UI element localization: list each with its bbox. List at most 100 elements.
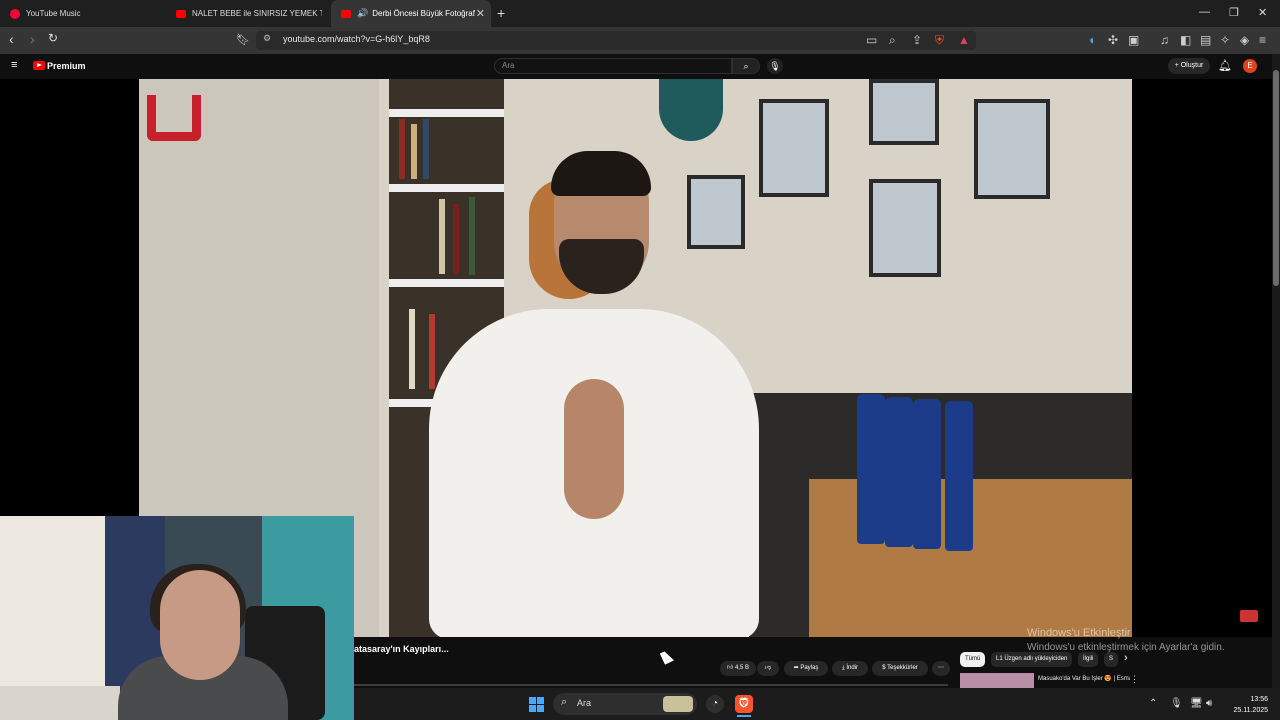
chip-from-uploader[interactable]: L1 Üzgen adlı yükleyiciden (991, 652, 1073, 667)
poster-frame (687, 175, 745, 249)
youtube-logo-icon[interactable] (33, 61, 45, 70)
shampoo-bottle (945, 401, 973, 551)
recommended-menu-icon[interactable]: ⋮ (1130, 674, 1139, 685)
minimize-icon[interactable]: — (1199, 6, 1210, 18)
share-label: Paylaş (800, 665, 819, 671)
url-text: youtube.com/watch?v=G-h6lY_bqR8 (283, 34, 430, 44)
share-button[interactable]: ➦ Paylaş (784, 661, 828, 676)
webcam-overlay (0, 516, 354, 720)
brave-shields-icon[interactable]: ⛨ (935, 33, 944, 48)
create-label: Oluştur (1180, 62, 1204, 69)
vpn-icon[interactable]: ◈ (1240, 33, 1249, 47)
search-placeholder: Ara (502, 61, 515, 70)
poster-frame (869, 179, 941, 277)
wallet-icon[interactable]: ▤ (1200, 33, 1211, 47)
new-tab-button[interactable]: + (497, 5, 505, 21)
video-person-hands (564, 379, 624, 519)
tray-mic-icon[interactable]: 🎙︎ (1170, 698, 1183, 709)
zoom-icon[interactable]: ⌕ (889, 33, 896, 48)
youtube-premium-label: Premium (47, 61, 86, 71)
menu-icon[interactable]: ≡ (1259, 33, 1266, 47)
share-icon[interactable]: ⇪ (912, 33, 922, 47)
leo-ai-icon[interactable]: ✧ (1220, 33, 1230, 47)
bookmark-icon[interactable]: 🔖︎ (236, 33, 250, 46)
chip-related[interactable]: İlgili (1078, 652, 1099, 667)
avatar[interactable]: E (1243, 59, 1257, 73)
more-actions-button[interactable]: ⋯ (932, 661, 950, 676)
hamburger-menu-icon[interactable]: ≡ (11, 59, 17, 71)
microphone-icon: 🎙︎ (769, 61, 781, 71)
chip-partial[interactable]: S (1104, 652, 1118, 667)
activation-watermark-text: Windows'u etkinleştirmek için Ayarlar'a … (1027, 642, 1225, 653)
recommended-title[interactable]: Masuako'da Var Bu İşler 😍 | Esman Yaşar,… (1038, 675, 1130, 682)
chips-next-icon[interactable]: › (1124, 652, 1128, 664)
close-window-icon[interactable]: ✕ (1258, 6, 1267, 19)
extensions-icon[interactable]: ✣ (1108, 33, 1118, 47)
taskbar-search-label: Ara (577, 698, 592, 708)
taskbar-clock[interactable]: 13:56 25.11.2025 (1224, 694, 1268, 716)
more-icon: ⋯ (938, 665, 944, 671)
thanks-button[interactable]: $ Teşekkürler (872, 661, 928, 676)
video-scene-cap (659, 79, 723, 141)
taskbar-search[interactable]: ⌕ Ara (553, 693, 697, 715)
search-highlight-image (663, 696, 693, 712)
shampoo-bottle (885, 397, 913, 547)
chip-all[interactable]: Tümü (960, 652, 986, 667)
screenshot-icon[interactable]: ▣ (1128, 33, 1139, 47)
search-icon: ⌕ (561, 696, 568, 708)
like-count: 4,5 B (734, 665, 749, 671)
site-settings-icon[interactable]: ⚙︎ (263, 33, 271, 44)
like-button[interactable]: 👍︎ 4,5 B (720, 661, 756, 676)
download-button[interactable]: ⤓ İndir (832, 661, 868, 676)
cast-icon[interactable]: ▭ (866, 33, 877, 47)
channel-watermark-logo (147, 95, 201, 141)
notifications-bell-icon[interactable]: 🔔︎ (1218, 59, 1232, 72)
download-label: İndir (846, 665, 858, 671)
tab-title: NALET BEBE ile SINIRSIZ YEMEK TUR (192, 9, 322, 18)
speaker-icon: 🔊 (357, 8, 369, 18)
poster-frame (759, 99, 829, 197)
poster-frame (974, 99, 1050, 199)
scrollbar-thumb[interactable] (1273, 70, 1279, 286)
voice-search-button[interactable]: 🎙︎ (767, 58, 783, 74)
video-person-hair (551, 151, 651, 196)
shampoo-bottle (913, 399, 941, 549)
shampoo-bottle (857, 394, 885, 544)
forward-icon[interactable]: › (30, 31, 35, 47)
reload-icon[interactable]: ↻ (48, 31, 58, 45)
volume-icon[interactable]: 🔊︎ (1206, 698, 1212, 709)
dislike-button[interactable]: 👎︎ (757, 661, 779, 676)
restore-icon[interactable]: ❐ (1229, 6, 1239, 19)
windows-start-icon[interactable] (529, 697, 544, 712)
windows-taskbar (354, 688, 1280, 720)
music-icon[interactable]: ♫ (1160, 33, 1169, 47)
create-button[interactable]: + Oluştur (1168, 58, 1210, 74)
webcam-desk (0, 686, 120, 720)
youtube-music-icon (10, 8, 20, 19)
network-icon[interactable]: 🖥︎ (1190, 698, 1203, 709)
tab-title: YouTube Music (26, 9, 81, 18)
poster-frame (869, 79, 939, 145)
activation-watermark-title: Windows'u Etkinleştir (1027, 627, 1131, 639)
tab-nalet-bebe[interactable]: NALET BEBE ile SINIRSIZ YEMEK TUR (166, 0, 330, 27)
video-progress-bar[interactable] (354, 684, 948, 686)
taskbar-app-icon[interactable]: ◔ (706, 695, 724, 713)
search-icon: ⌕ (743, 61, 749, 71)
tab-title: Derbi Öncesi Büyük Fotoğraf (372, 9, 475, 18)
thumbs-up-icon: 👍︎ (727, 665, 735, 671)
brave-rewards-icon[interactable]: ▲ (958, 33, 970, 47)
back-icon[interactable]: ‹ (9, 31, 14, 47)
youtube-icon (176, 9, 186, 18)
search-input[interactable]: Ara (494, 58, 732, 74)
tray-overflow-icon[interactable]: ⌃ (1149, 698, 1157, 709)
clock-date: 25.11.2025 (1233, 707, 1268, 714)
search-button[interactable]: ⌕ (732, 58, 760, 74)
tab-youtube-music[interactable]: YouTube Music (0, 0, 166, 27)
thanks-label: Teşekkürler (887, 665, 918, 671)
audio-icon[interactable]: ◖ (1088, 33, 1095, 47)
brave-browser-icon[interactable]: 🦁︎ (735, 695, 753, 713)
close-tab-icon[interactable]: ✕ (476, 7, 485, 20)
tab-derbi-active[interactable]: 🔊 Derbi Öncesi Büyük Fotoğraf ✕ (331, 0, 491, 27)
sidebar-icon[interactable]: ◧ (1180, 33, 1191, 47)
youtube-icon (341, 9, 351, 18)
